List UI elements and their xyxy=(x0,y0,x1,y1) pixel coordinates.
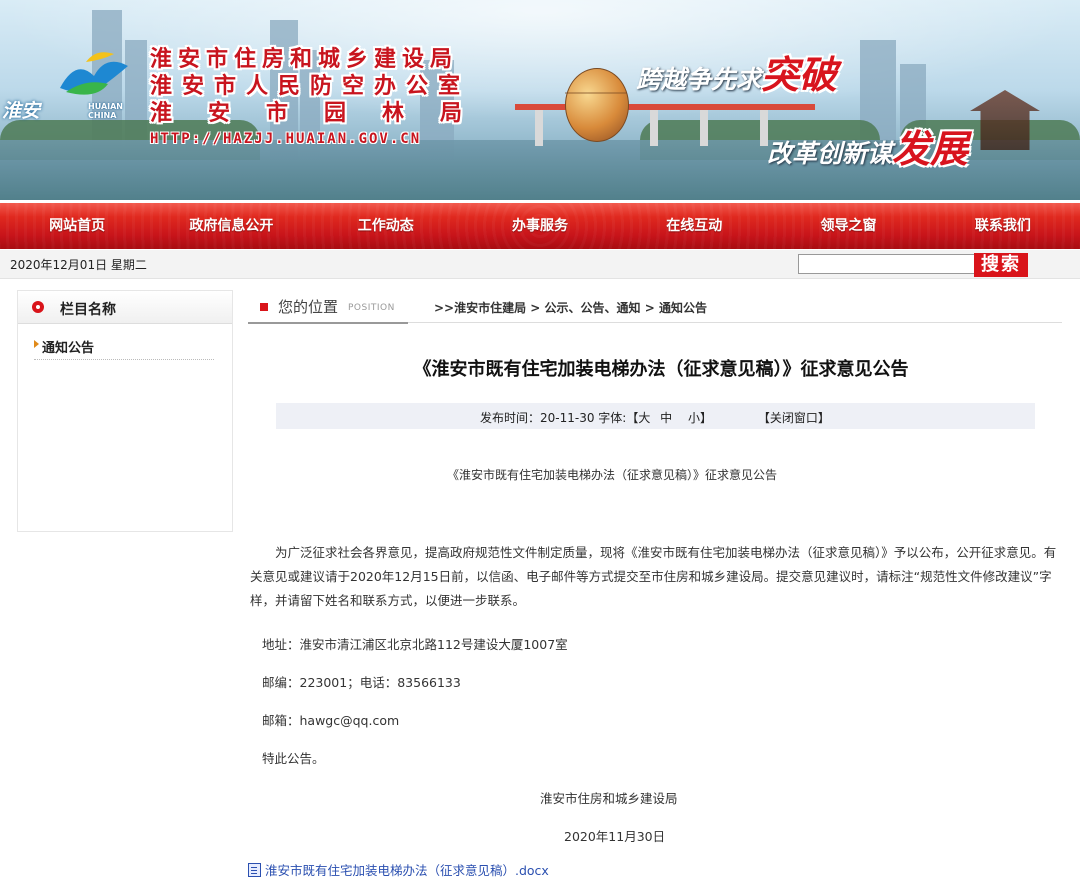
breadcrumb-separator: > xyxy=(526,301,545,315)
sidebar-item-label: 通知公告 xyxy=(42,341,95,356)
breadcrumb: >>淮安市住建局 > 公示、公告、通知 > 通知公告 xyxy=(434,299,707,316)
nav-item-interaction[interactable]: 在线互动 xyxy=(617,203,771,249)
search-input[interactable] xyxy=(798,254,980,274)
org-name-housing: 淮安市住房和城乡建设局 xyxy=(150,47,459,72)
slogan-text: 跨越争先求 xyxy=(636,65,762,94)
banner-balloon-sculpture xyxy=(565,68,629,142)
location-label-en: POSITION xyxy=(348,303,395,313)
article-title: 《淮安市既有住宅加装电梯办法（征求意见稿）》征求意见公告 xyxy=(413,359,909,380)
logo-english-text: HUAIAN CHINA xyxy=(88,102,123,120)
location-label: 您的位置 xyxy=(278,298,339,316)
article-subheading: 《淮安市既有住宅加装电梯办法（征求意见稿）》征求意见公告 xyxy=(446,468,777,482)
article-meta-bar: 发布时间：20-11-30 字体:【大 中 小】 【关闭窗口】 xyxy=(276,403,1035,429)
sidebar-item-notices[interactable]: 通知公告 xyxy=(34,335,214,360)
bridge-pillar xyxy=(700,110,708,146)
breadcrumb-link-notices[interactable]: 通知公告 xyxy=(659,301,707,315)
banner-bridge xyxy=(515,104,815,110)
search-button[interactable]: 搜索 xyxy=(974,253,1028,277)
article-meta: 发布时间：20-11-30 字体:【大 中 小】 【关闭窗口】 xyxy=(480,409,830,426)
organization-names: 淮安市住房和城乡建设局 淮安市人民防空办公室 淮安市园林局 HTTP://HAZ… xyxy=(150,46,498,147)
nav-item-home[interactable]: 网站首页 xyxy=(0,203,154,249)
breadcrumb-prefix: >> xyxy=(434,301,455,315)
square-bullet-icon xyxy=(260,303,268,311)
signature-org: 淮安市住房和城乡建设局 xyxy=(540,791,678,806)
close-window-link[interactable]: 【关闭窗口】 xyxy=(758,411,830,425)
breadcrumb-link-bureau[interactable]: 淮安市住建局 xyxy=(454,301,526,315)
document-icon xyxy=(248,863,261,877)
main-nav: 网站首页 政府信息公开 工作动态 办事服务 在线互动 领导之窗 联系我们 xyxy=(0,203,1080,249)
nav-item-gov-info[interactable]: 政府信息公开 xyxy=(154,203,308,249)
article-body-paragraph: 为广泛征求社会各界意见，提高政府规范性文件制定质量，现将《淮安市既有住宅加装电梯… xyxy=(250,545,1057,608)
signature-date: 2020年11月30日 xyxy=(564,829,666,844)
slogan-highlight: 突破 xyxy=(761,52,838,97)
font-size-small-link[interactable]: 小】 xyxy=(688,411,712,425)
nav-item-leaders[interactable]: 领导之窗 xyxy=(771,203,925,249)
contact-postcode-phone: 邮编：223001；电话：83566133 xyxy=(262,675,461,690)
font-size-medium-link[interactable]: 中 xyxy=(660,411,672,425)
publish-info[interactable]: 发布时间：20-11-30 字体:【大 xyxy=(480,411,650,425)
location-tab: 您的位置 POSITION xyxy=(248,292,408,324)
site-banner: 淮安 HUAIAN CHINA 淮安市住房和城乡建设局 淮安市人民防空办公室 淮… xyxy=(0,0,1080,200)
nav-item-work-news[interactable]: 工作动态 xyxy=(309,203,463,249)
slogan-breakthrough: 跨越争先求突破 xyxy=(636,44,837,99)
sidebar-title: 栏目名称 xyxy=(60,302,116,318)
attachment-filename: 淮安市既有住宅加装电梯办法（征求意见稿）.docx xyxy=(265,863,549,878)
org-name-civil-defense: 淮安市人民防空办公室 xyxy=(150,74,471,99)
bridge-pillar xyxy=(650,110,658,146)
bridge-pillar xyxy=(535,110,543,146)
org-name-gardens: 淮安市园林局 xyxy=(150,101,499,126)
sidebar-header: 栏目名称 xyxy=(18,291,232,324)
target-dot-icon xyxy=(32,301,44,313)
attachment-link[interactable]: 淮安市既有住宅加装电梯办法（征求意见稿）.docx xyxy=(248,860,549,879)
breadcrumb-link-announcements[interactable]: 公示、公告、通知 xyxy=(545,301,641,315)
contact-address: 地址：淮安市清江浦区北京北路112号建设大厦1007室 xyxy=(262,637,568,652)
arrow-right-icon xyxy=(34,340,39,348)
location-bar: 您的位置 POSITION >>淮安市住建局 > 公示、公告、通知 > 通知公告 xyxy=(248,292,1062,324)
nav-item-contact[interactable]: 联系我们 xyxy=(926,203,1080,249)
sidebar: 栏目名称 通知公告 xyxy=(17,290,233,532)
slogan-highlight: 发展 xyxy=(892,126,969,171)
current-date: 2020年12月01日 星期二 xyxy=(10,258,147,272)
site-url: HTTP://HAZJJ.HUAIAN.GOV.CN xyxy=(150,131,422,147)
slogan-text: 改革创新谋 xyxy=(767,139,893,168)
nav-item-services[interactable]: 办事服务 xyxy=(463,203,617,249)
slogan-development: 改革创新谋发展 xyxy=(767,118,968,173)
balloon-stripe xyxy=(565,92,627,94)
logo-emblem-icon xyxy=(60,52,128,95)
closing-line: 特此公告。 xyxy=(262,751,325,766)
logo-chinese-text: 淮安 xyxy=(2,100,41,122)
contact-email: 邮箱：hawgc@qq.com xyxy=(262,713,400,728)
breadcrumb-separator: > xyxy=(640,301,659,315)
